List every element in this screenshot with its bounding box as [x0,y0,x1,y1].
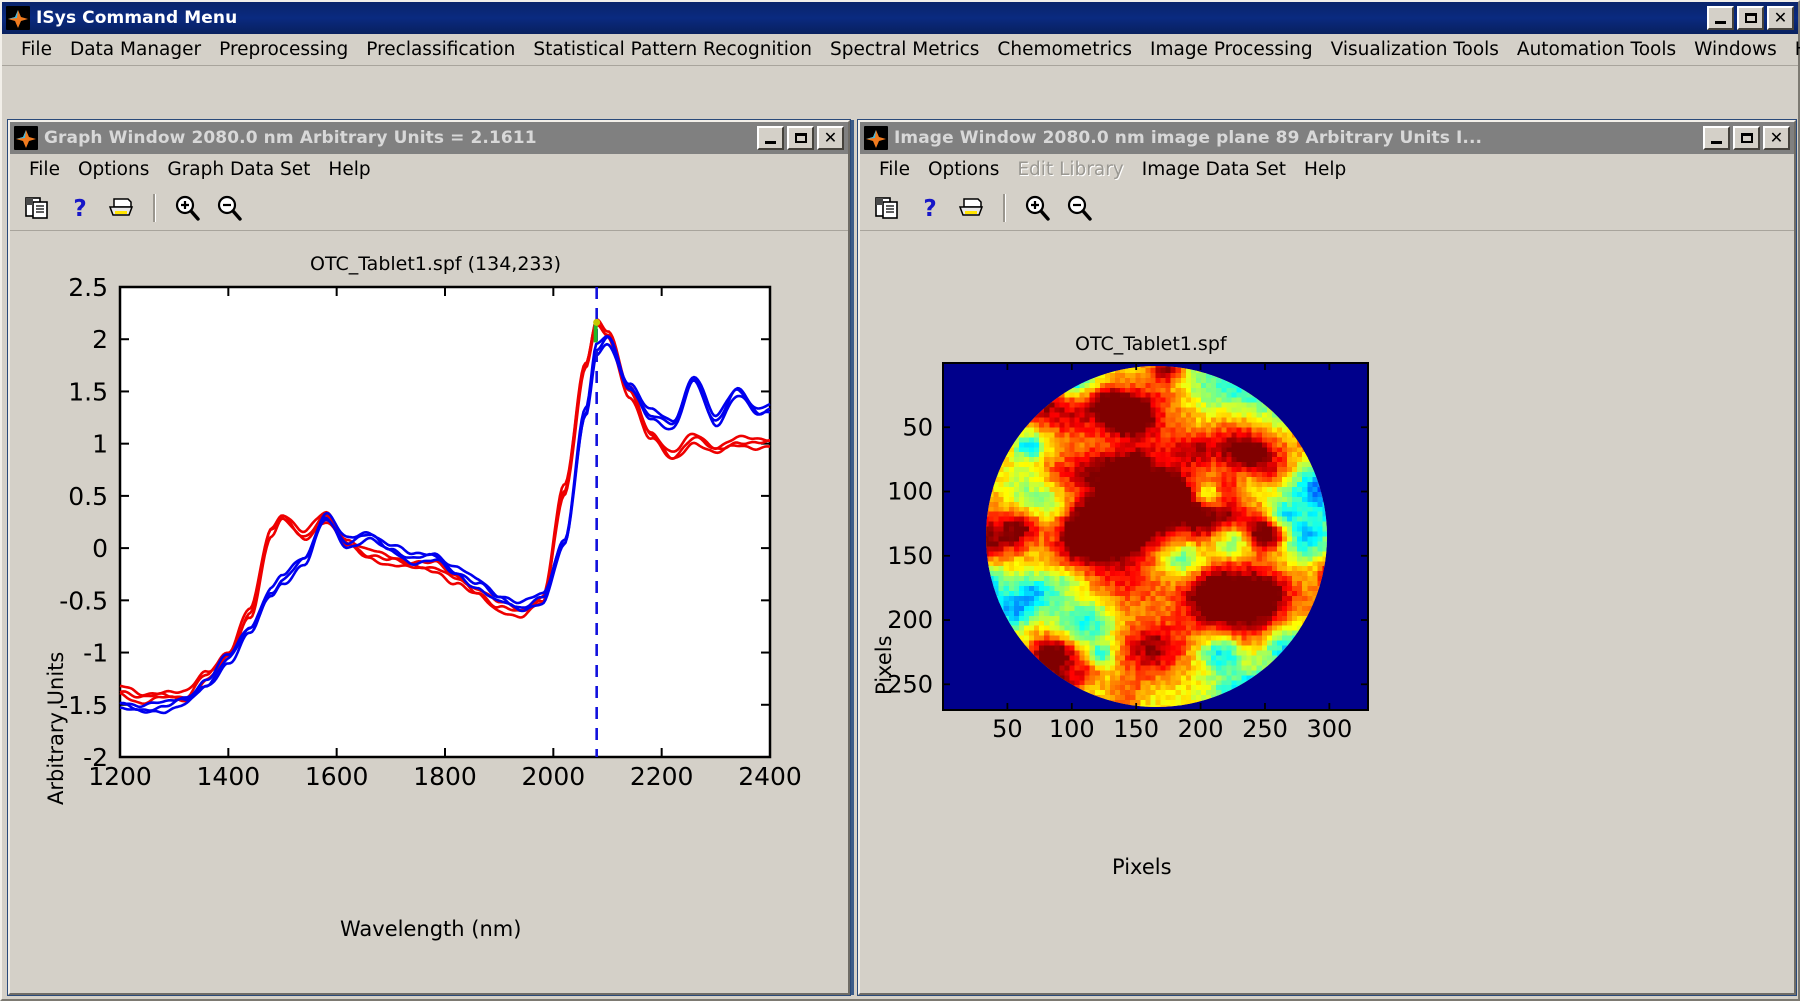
chemical-image-x-axis-label: Pixels [1112,855,1172,879]
graph-close-button[interactable]: ✕ [817,126,844,150]
copy-icon[interactable] [18,189,58,227]
maximize-button[interactable] [1737,6,1764,30]
spectra-plot-area[interactable]: OTC_Tablet1.spf (134,233) Arbitrary Unit… [10,245,848,993]
graph-window-titlebar: Graph Window 2080.0 nm Arbitrary Units =… [10,122,848,154]
image-window: Image Window 2080.0 nm image plane 89 Ar… [858,120,1796,995]
image-menu-help[interactable]: Help [1295,157,1355,182]
image-maximize-button[interactable] [1733,126,1760,150]
image-menu-file[interactable]: File [870,157,919,182]
app-titlebar: ISys Command Menu ✕ [2,2,1798,34]
svg-text:2000: 2000 [522,762,586,791]
svg-text:1: 1 [92,430,108,459]
print-icon[interactable] [102,189,142,227]
menu-chemometrics[interactable]: Chemometrics [988,37,1141,62]
menu-help[interactable]: Help [1786,37,1800,62]
chemical-image-title: OTC_Tablet1.spf [1075,333,1227,355]
menu-automation-tools[interactable]: Automation Tools [1508,37,1685,62]
zoom-out-icon[interactable] [1059,189,1099,227]
svg-text:-1: -1 [83,639,108,668]
print-icon[interactable] [952,189,992,227]
graph-menu-file[interactable]: File [20,157,69,182]
copy-icon[interactable] [868,189,908,227]
help-icon[interactable]: ? [60,189,100,227]
svg-text:2: 2 [92,325,108,354]
svg-text:0: 0 [92,534,108,563]
app-title: ISys Command Menu [36,8,1707,28]
svg-text:2.5: 2.5 [68,273,108,302]
image-window-toolbar: ? [860,185,1794,231]
menu-visualization-tools[interactable]: Visualization Tools [1322,37,1508,62]
svg-text:1400: 1400 [197,762,261,791]
image-menu-image-data-set[interactable]: Image Data Set [1133,157,1295,182]
graph-menu-options[interactable]: Options [69,157,158,182]
spectra-y-axis-label: Arbitrary Units [44,652,68,805]
svg-text:1600: 1600 [305,762,369,791]
svg-text:2200: 2200 [630,762,694,791]
svg-text:?: ? [923,196,936,221]
graph-menu-help[interactable]: Help [319,157,379,182]
spectra-plot-title: OTC_Tablet1.spf (134,233) [310,253,561,275]
close-button[interactable]: ✕ [1767,6,1794,30]
image-window-controls: ✕ [1703,126,1792,150]
svg-text:-2: -2 [83,743,108,772]
help-icon[interactable]: ? [910,189,950,227]
toolbar-separator [1003,194,1006,222]
graph-window-menubar: File Options Graph Data Set Help [10,154,848,185]
app-menubar: File Data Manager Preprocessing Preclass… [2,34,1798,65]
minimize-button[interactable] [1707,6,1734,30]
menu-preprocessing[interactable]: Preprocessing [210,37,357,62]
matlab-logo-icon [6,6,30,30]
svg-text:1800: 1800 [413,762,477,791]
svg-text:2400: 2400 [738,762,802,791]
menu-preclassification[interactable]: Preclassification [357,37,524,62]
matlab-logo-icon [14,126,38,150]
graph-menu-graph-data-set[interactable]: Graph Data Set [158,157,319,182]
chemical-image-y-axis-label: Pixels [872,635,896,695]
graph-window-toolbar: ? [10,185,848,231]
zoom-out-icon[interactable] [209,189,249,227]
svg-text:-0.5: -0.5 [59,586,108,615]
toolbar-separator [153,194,156,222]
graph-window-controls: ✕ [757,126,846,150]
image-menu-edit-library: Edit Library [1008,157,1132,182]
image-window-title: Image Window 2080.0 nm image plane 89 Ar… [894,128,1703,148]
graph-window: Graph Window 2080.0 nm Arbitrary Units =… [8,120,850,995]
matlab-logo-icon [864,126,888,150]
image-window-titlebar: Image Window 2080.0 nm image plane 89 Ar… [860,122,1794,154]
image-window-menubar: File Options Edit Library Image Data Set… [860,154,1794,185]
menu-image-processing[interactable]: Image Processing [1141,37,1322,62]
menubar-divider [2,65,1798,68]
zoom-in-icon[interactable] [167,189,207,227]
spectra-x-axis-label: Wavelength (nm) [340,917,521,941]
app-window-controls: ✕ [1707,6,1796,30]
menu-statistical-pattern-recognition[interactable]: Statistical Pattern Recognition [524,37,821,62]
menu-data-manager[interactable]: Data Manager [61,37,210,62]
svg-text:1.5: 1.5 [68,377,108,406]
chemical-image-svg: 5010015020025030050100150200250 [860,245,1798,997]
isys-command-menu-window: ISys Command Menu ✕ File Data Manager Pr… [0,0,1800,1001]
svg-text:?: ? [73,196,86,221]
graph-maximize-button[interactable] [787,126,814,150]
spectra-svg: 1200140016001800200022002400-2-1.5-1-0.5… [10,245,852,997]
menu-windows[interactable]: Windows [1685,37,1786,62]
graph-window-title: Graph Window 2080.0 nm Arbitrary Units =… [44,128,757,148]
image-minimize-button[interactable] [1703,126,1730,150]
svg-text:0.5: 0.5 [68,482,108,511]
menu-spectral-metrics[interactable]: Spectral Metrics [821,37,988,62]
menu-file[interactable]: File [12,37,61,62]
zoom-in-icon[interactable] [1017,189,1057,227]
image-close-button[interactable]: ✕ [1763,126,1790,150]
chemical-image-plot-area[interactable]: OTC_Tablet1.spf Pixels Pixels 5010015020… [860,245,1794,993]
image-menu-options[interactable]: Options [919,157,1008,182]
graph-minimize-button[interactable] [757,126,784,150]
